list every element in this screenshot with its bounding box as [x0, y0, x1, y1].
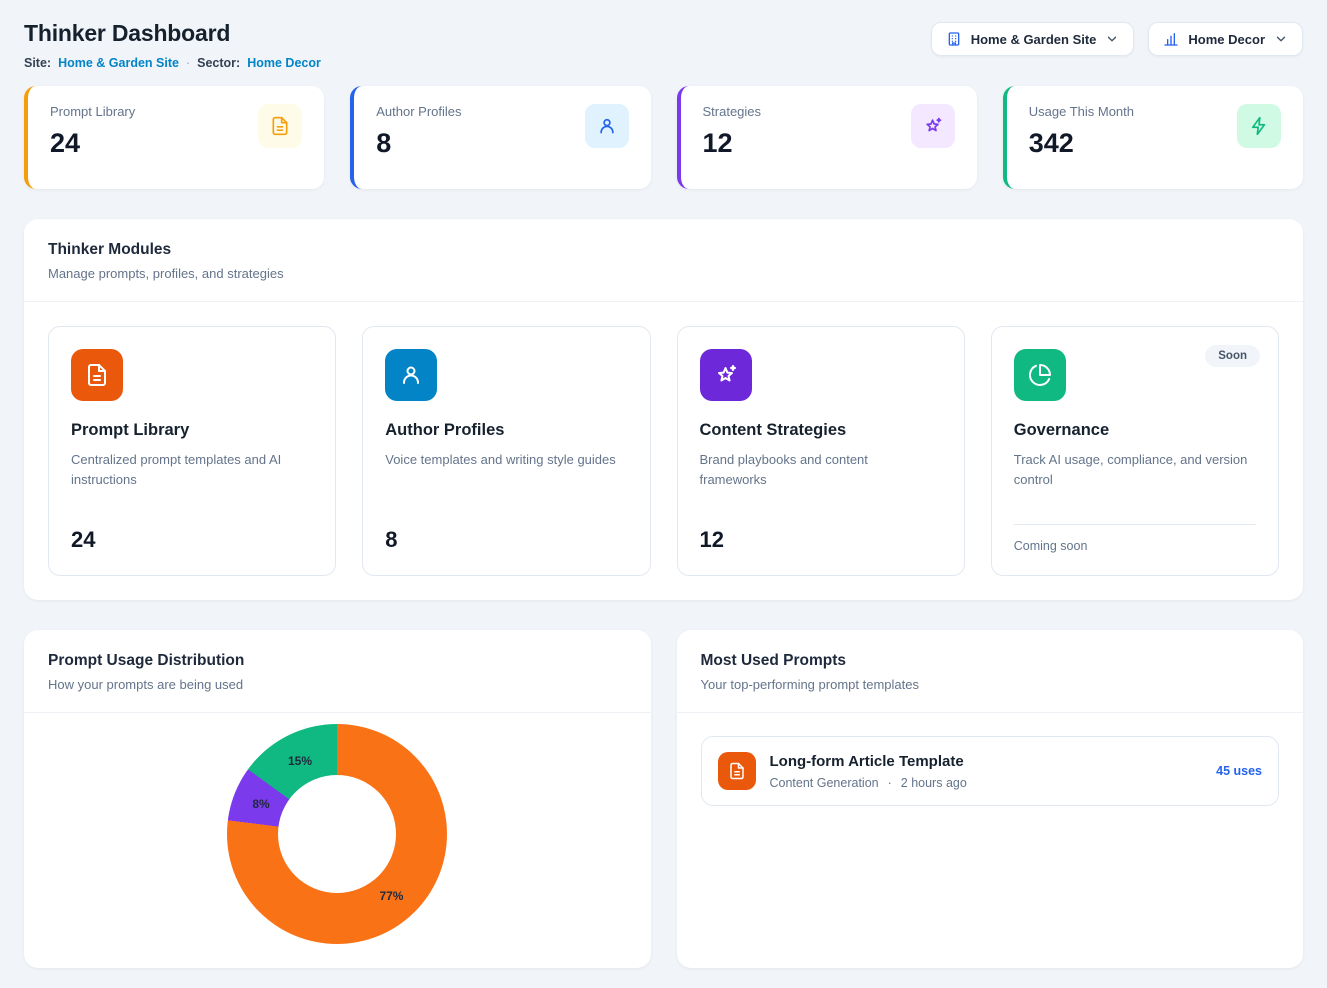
- stat-card-strategies: Strategies 12: [677, 86, 977, 189]
- thinker-modules-section: Thinker Modules Manage prompts, profiles…: [24, 219, 1303, 600]
- module-value: 12: [700, 527, 942, 553]
- module-title: Prompt Library: [71, 421, 313, 440]
- prompt-category: Content Generation: [770, 776, 879, 790]
- usage-panel-title: Prompt Usage Distribution: [48, 652, 627, 670]
- chevron-down-icon: [1105, 32, 1119, 46]
- stat-text: Strategies 12: [703, 104, 762, 159]
- stat-value: 342: [1029, 128, 1134, 159]
- modules-header: Thinker Modules Manage prompts, profiles…: [24, 219, 1303, 302]
- header: Thinker Dashboard Site: Home & Garden Si…: [24, 20, 1303, 70]
- stat-label: Prompt Library: [50, 104, 135, 119]
- person-icon: [385, 349, 437, 401]
- dashboard-page: Thinker Dashboard Site: Home & Garden Si…: [0, 0, 1327, 988]
- stat-card-usage: Usage This Month 342: [1003, 86, 1303, 189]
- stat-value: 8: [376, 128, 461, 159]
- site-link[interactable]: Home & Garden Site: [58, 56, 179, 70]
- prompt-meta: Content Generation · 2 hours ago: [770, 776, 1203, 790]
- stat-card-author-profiles: Author Profiles 8: [350, 86, 650, 189]
- chevron-down-icon: [1274, 32, 1288, 46]
- site-selector-label: Home & Garden Site: [971, 32, 1097, 47]
- module-description: Voice templates and writing style guides: [385, 450, 620, 470]
- stat-card-prompt-library: Prompt Library 24: [24, 86, 324, 189]
- module-card-prompt-library[interactable]: Prompt Library Centralized prompt templa…: [48, 326, 336, 576]
- prompt-list-item[interactable]: Long-form Article Template Content Gener…: [701, 736, 1280, 806]
- prompt-info: Long-form Article Template Content Gener…: [770, 753, 1203, 790]
- usage-distribution-panel: Prompt Usage Distribution How your promp…: [24, 630, 651, 968]
- prompts-panel-header: Most Used Prompts Your top-performing pr…: [677, 630, 1304, 713]
- sparkle-star-icon: [700, 349, 752, 401]
- document-icon: [71, 349, 123, 401]
- pie-chart-icon: [1014, 349, 1066, 401]
- sparkle-star-icon: [911, 104, 955, 148]
- module-card-governance[interactable]: Soon Governance Track AI usage, complian…: [991, 326, 1279, 576]
- bottom-panels: Prompt Usage Distribution How your promp…: [24, 630, 1303, 968]
- meta-separator: ·: [186, 56, 190, 70]
- usage-panel-subtitle: How your prompts are being used: [48, 677, 627, 692]
- module-description: Brand playbooks and content frameworks: [700, 450, 935, 489]
- stat-text: Usage This Month 342: [1029, 104, 1134, 159]
- sector-selector-label: Home Decor: [1188, 32, 1265, 47]
- stat-value: 12: [703, 128, 762, 159]
- stat-label: Author Profiles: [376, 104, 461, 119]
- building-icon: [946, 31, 962, 47]
- person-icon: [585, 104, 629, 148]
- bar-chart-icon: [1163, 31, 1179, 47]
- module-value: 8: [385, 527, 627, 553]
- stat-label: Strategies: [703, 104, 762, 119]
- header-actions: Home & Garden Site Home Decor: [931, 22, 1303, 56]
- breadcrumb: Site: Home & Garden Site · Sector: Home …: [24, 56, 321, 70]
- donut-hole: [278, 775, 396, 893]
- module-title: Governance: [1014, 421, 1256, 440]
- soon-badge: Soon: [1205, 345, 1260, 367]
- prompt-title: Long-form Article Template: [770, 753, 1203, 770]
- header-left: Thinker Dashboard Site: Home & Garden Si…: [24, 20, 321, 70]
- module-description: Centralized prompt templates and AI inst…: [71, 450, 306, 489]
- prompt-uses-badge: 45 uses: [1216, 764, 1262, 778]
- usage-panel-header: Prompt Usage Distribution How your promp…: [24, 630, 651, 713]
- donut-segment-label: 77%: [379, 889, 403, 903]
- modules-subtitle: Manage prompts, profiles, and strategies: [48, 266, 1279, 281]
- stat-label: Usage This Month: [1029, 104, 1134, 119]
- site-label: Site:: [24, 56, 51, 70]
- module-title: Author Profiles: [385, 421, 627, 440]
- sector-link[interactable]: Home Decor: [247, 56, 321, 70]
- stats-row: Prompt Library 24 Author Profiles 8 Stra…: [24, 86, 1303, 189]
- prompts-panel-title: Most Used Prompts: [701, 652, 1280, 670]
- module-card-author-profiles[interactable]: Author Profiles Voice templates and writ…: [362, 326, 650, 576]
- module-title: Content Strategies: [700, 421, 942, 440]
- stat-value: 24: [50, 128, 135, 159]
- lightning-icon: [1237, 104, 1281, 148]
- sector-selector-dropdown[interactable]: Home Decor: [1148, 22, 1303, 56]
- site-selector-dropdown[interactable]: Home & Garden Site: [931, 22, 1135, 56]
- modules-grid: Prompt Library Centralized prompt templa…: [24, 302, 1303, 600]
- document-icon: [718, 752, 756, 790]
- donut-segment-label: 8%: [252, 797, 269, 811]
- page-title: Thinker Dashboard: [24, 20, 321, 47]
- coming-soon-text: Coming soon: [1014, 524, 1256, 553]
- stat-text: Author Profiles 8: [376, 104, 461, 159]
- usage-chart-area: 77% 8% 15%: [24, 713, 651, 968]
- donut-segment-label: 15%: [288, 754, 312, 768]
- module-card-content-strategies[interactable]: Content Strategies Brand playbooks and c…: [677, 326, 965, 576]
- module-description: Track AI usage, compliance, and version …: [1014, 450, 1249, 489]
- prompts-panel-subtitle: Your top-performing prompt templates: [701, 677, 1280, 692]
- meta-separator: ·: [888, 776, 892, 790]
- prompt-list: Long-form Article Template Content Gener…: [677, 713, 1304, 829]
- module-value: 24: [71, 527, 313, 553]
- modules-title: Thinker Modules: [48, 241, 1279, 259]
- document-icon: [258, 104, 302, 148]
- stat-text: Prompt Library 24: [50, 104, 135, 159]
- sector-label: Sector:: [197, 56, 240, 70]
- prompt-time: 2 hours ago: [901, 776, 967, 790]
- usage-donut: 77% 8% 15%: [227, 724, 447, 944]
- most-used-prompts-panel: Most Used Prompts Your top-performing pr…: [677, 630, 1304, 968]
